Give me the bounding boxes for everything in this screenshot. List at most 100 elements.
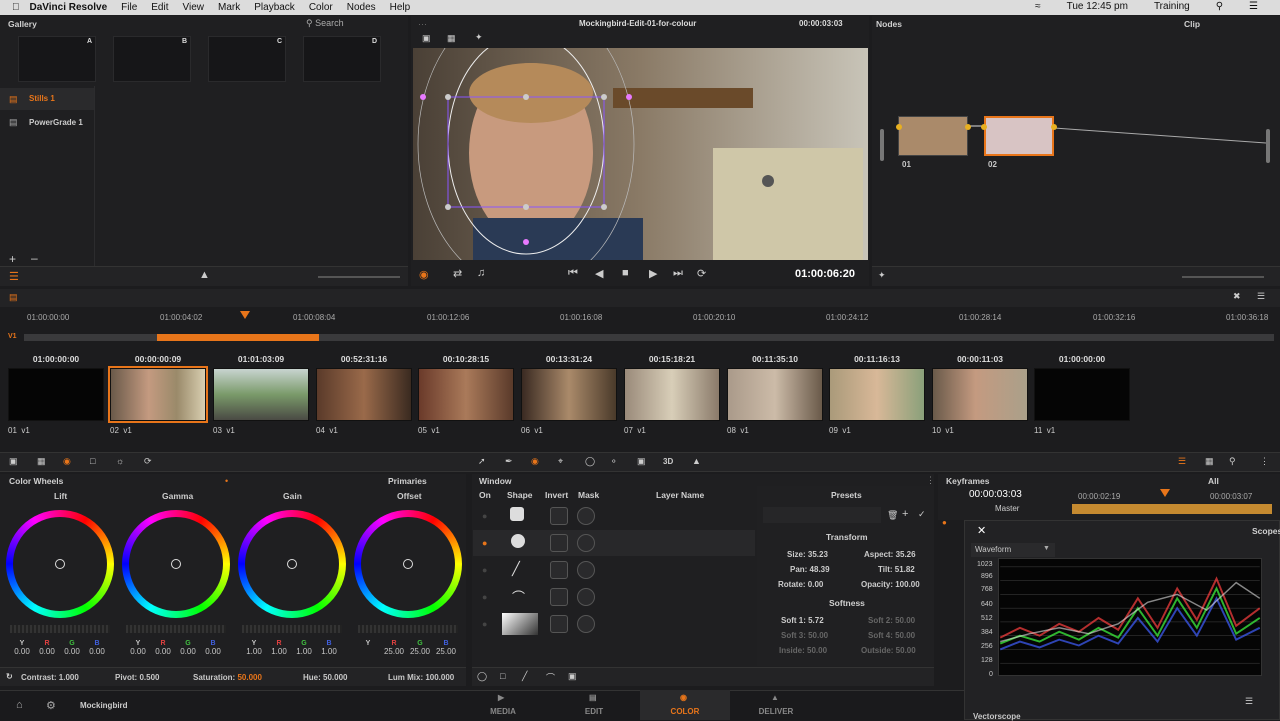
- scope-type-select[interactable]: Waveform ▼: [971, 543, 1055, 557]
- clip-thumb-07[interactable]: [624, 368, 720, 421]
- add-polygon-window-icon[interactable]: ╱: [522, 671, 527, 682]
- contrast-field[interactable]: Contrast: 1.000: [21, 673, 79, 682]
- clip-filter-icon[interactable]: ✖: [1233, 291, 1241, 302]
- pivot-field[interactable]: Pivot: 0.500: [115, 673, 159, 682]
- clip-thumb-01[interactable]: [8, 368, 104, 421]
- soft1-field[interactable]: Soft 1: 5.72: [781, 616, 824, 625]
- curves-icon[interactable]: ➚: [478, 456, 486, 467]
- size-field[interactable]: Size: 35.23: [787, 550, 828, 559]
- mask-button[interactable]: [577, 534, 595, 552]
- outside-field[interactable]: Outside: 50.00: [861, 646, 916, 655]
- invert-button[interactable]: [550, 588, 568, 606]
- current-clip-bar[interactable]: [157, 334, 319, 341]
- menu-view[interactable]: View: [183, 2, 205, 13]
- node-zoom-slider[interactable]: [1182, 276, 1264, 278]
- hue-field[interactable]: Hue: 50.000: [303, 673, 347, 682]
- invert-button[interactable]: [550, 615, 568, 633]
- grab-still-icon[interactable]: ▲: [199, 269, 210, 281]
- viewer-mode-icon[interactable]: ◉: [419, 268, 429, 281]
- playhead[interactable]: [240, 311, 250, 319]
- inside-field[interactable]: Inside: 50.00: [779, 646, 827, 655]
- on-toggle[interactable]: ●: [482, 511, 487, 521]
- saturation-field[interactable]: Saturation: 50.000: [193, 673, 262, 682]
- apply-preset-icon[interactable]: ✓: [918, 509, 926, 520]
- clip-thumb-05[interactable]: [418, 368, 514, 421]
- shape-row-circular[interactable]: ●: [473, 530, 755, 556]
- master-keyframe-track[interactable]: [1072, 504, 1272, 514]
- fx-icon[interactable]: ▲: [692, 456, 701, 466]
- rgb-mixer-icon[interactable]: □: [90, 456, 95, 466]
- loop-button[interactable]: ⟳: [697, 267, 706, 280]
- still-slot-a[interactable]: A: [18, 36, 96, 82]
- shape-row-gradient[interactable]: ●: [473, 611, 755, 637]
- scopes-toggle-icon[interactable]: ⋮: [1260, 456, 1269, 467]
- clip-thumb-10[interactable]: [932, 368, 1028, 421]
- refresh-icon[interactable]: ⟳: [144, 456, 152, 467]
- pan-field[interactable]: Pan: 48.39: [790, 565, 830, 574]
- add-album-button[interactable]: +: [9, 252, 16, 266]
- color-match-icon[interactable]: ▦: [37, 456, 46, 467]
- still-slot-b[interactable]: B: [113, 36, 191, 82]
- search-icon[interactable]: ⚲: [1216, 1, 1223, 12]
- soft2-field[interactable]: Soft 2: 50.00: [868, 616, 915, 625]
- menu-help[interactable]: Help: [390, 2, 411, 13]
- invert-button[interactable]: [550, 507, 568, 525]
- still-slot-d[interactable]: D: [303, 36, 381, 82]
- user-name[interactable]: Training: [1154, 1, 1190, 12]
- aspect-field[interactable]: Aspect: 35.26: [864, 550, 916, 559]
- shuffle-icon[interactable]: ⇄: [453, 267, 462, 280]
- lift-master-slider[interactable]: [10, 625, 110, 633]
- apple-icon[interactable]: : [12, 2, 20, 13]
- clock[interactable]: Tue 12:45 pm: [1067, 1, 1128, 12]
- clip-thumb-06[interactable]: [521, 368, 617, 421]
- offset-wheel[interactable]: [354, 510, 462, 618]
- camera-raw-icon[interactable]: ▣: [9, 456, 18, 467]
- tab-edit[interactable]: ▤ EDIT: [549, 690, 639, 720]
- soft4-field[interactable]: Soft 4: 50.00: [868, 631, 915, 640]
- add-curve-window-icon[interactable]: ⌒: [546, 671, 555, 684]
- gain-master-slider[interactable]: [242, 625, 342, 633]
- 3d-icon[interactable]: 3D: [663, 457, 673, 466]
- reset-icon[interactable]: ↻: [6, 672, 13, 681]
- list-icon[interactable]: ☰: [1249, 1, 1258, 12]
- lift-puck[interactable]: [55, 559, 65, 569]
- tab-color[interactable]: ◉ COLOR: [640, 690, 730, 720]
- mask-button[interactable]: [577, 588, 595, 606]
- menu-playback[interactable]: Playback: [254, 2, 295, 13]
- still-slot-c[interactable]: C: [208, 36, 286, 82]
- clip-thumb-03[interactable]: [213, 368, 309, 421]
- invert-button[interactable]: [550, 561, 568, 579]
- album-powergrade-1[interactable]: ▤ PowerGrade 1: [0, 112, 94, 134]
- add-gradient-window-icon[interactable]: ▣: [568, 671, 577, 682]
- clip-thumb-08[interactable]: [727, 368, 823, 421]
- viewer-timecode[interactable]: 00:00:03:03: [799, 19, 843, 28]
- add-preset-icon[interactable]: +: [902, 508, 908, 520]
- window-options-icon[interactable]: ⋮: [926, 475, 935, 486]
- primaries-select[interactable]: Primaries: [388, 476, 427, 486]
- menu-file[interactable]: File: [121, 2, 137, 13]
- clip-thumb-09[interactable]: [829, 368, 925, 421]
- app-menu[interactable]: DaVinci Resolve: [30, 2, 108, 13]
- mask-button[interactable]: [577, 561, 595, 579]
- nodes-mode-select[interactable]: Clip: [1184, 19, 1200, 29]
- mask-button[interactable]: [577, 615, 595, 633]
- clip-thumb-02[interactable]: [108, 366, 208, 423]
- timeline-ruler[interactable]: 01:00:00:00 01:00:04:02 01:00:08:04 01:0…: [0, 313, 1280, 325]
- motion-icon[interactable]: ☼: [116, 456, 124, 466]
- menu-mark[interactable]: Mark: [218, 2, 240, 13]
- stop-button[interactable]: ■: [622, 267, 629, 279]
- tracker-icon[interactable]: ⌖: [558, 456, 563, 467]
- viewer-image[interactable]: [413, 48, 868, 260]
- polygon-shape-icon[interactable]: ╱: [512, 561, 520, 577]
- clip-thumb-04[interactable]: [316, 368, 412, 421]
- wifi-icon[interactable]: ≈: [1035, 1, 1041, 12]
- clip-name[interactable]: Mockingbird-Edit-01-for-colour: [579, 19, 696, 28]
- on-toggle[interactable]: ●: [482, 619, 487, 629]
- window-icon[interactable]: ◉: [531, 456, 539, 467]
- play-button[interactable]: ▶: [649, 267, 657, 280]
- menu-icon[interactable]: ☰: [9, 270, 19, 283]
- home-icon[interactable]: ⌂: [16, 699, 23, 711]
- rewind-start-button[interactable]: ⏮: [568, 267, 578, 280]
- drag-handle[interactable]: ⋯: [418, 19, 427, 30]
- rectangle-shape-icon[interactable]: [510, 507, 524, 521]
